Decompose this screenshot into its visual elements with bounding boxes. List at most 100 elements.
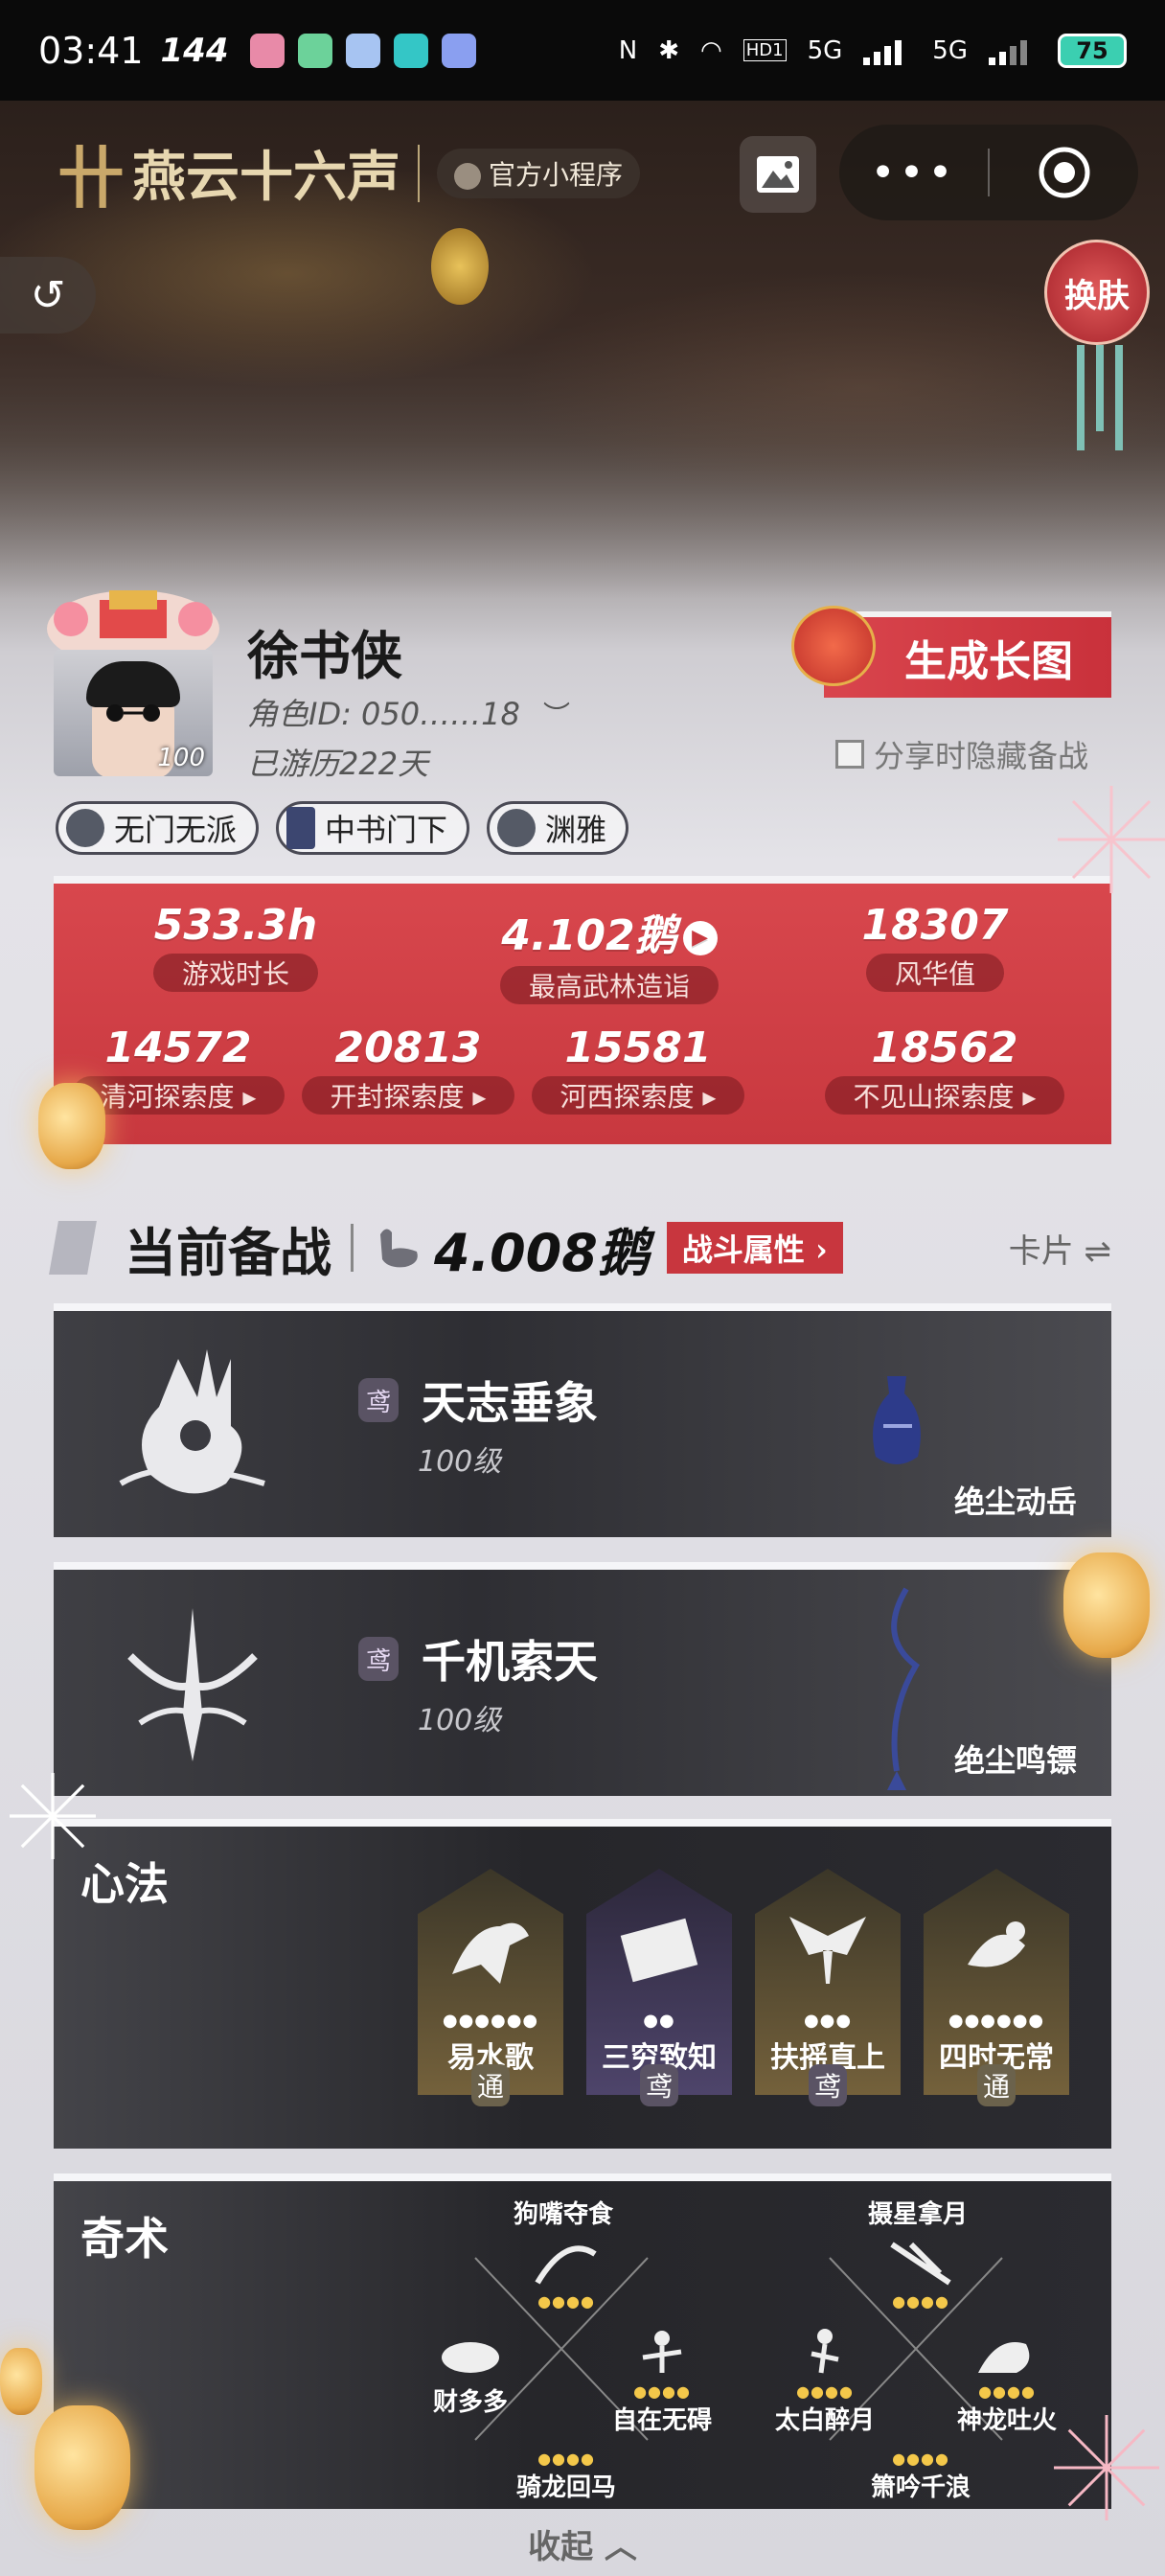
browser-notification-icon — [441, 33, 476, 68]
eagle-icon — [789, 1917, 866, 1984]
weapon-rarity-badge: 鸢 — [358, 1378, 399, 1422]
sect-icon — [66, 809, 104, 847]
firework-decoration — [1058, 786, 1165, 893]
phone-notification-icon — [393, 33, 428, 68]
stats-panel: 533.3h 游戏时长 4.102鹅 ▶ 最高武林造诣 18307 风华值 145… — [54, 876, 1111, 1144]
status-bar: 03:41 144 N ✱ ◠ HD1 5G 5G 75 — [0, 0, 1165, 101]
days-played: 已游历222天 — [247, 746, 429, 782]
hd-badge: HD1 — [742, 39, 787, 61]
stat-highest-skill[interactable]: 4.102鹅 ▶ 最高武林造诣 — [456, 901, 763, 1004]
xinfa-tag: 鸢 — [809, 2064, 847, 2106]
mail-notification-icon — [345, 33, 380, 68]
xinfa-card[interactable]: ●●● 扶摇直上 — [755, 1869, 901, 2095]
xinfa-card[interactable]: ●● 三穷致知 — [586, 1869, 732, 2095]
firework-decoration — [10, 1773, 96, 1859]
slash-icon — [528, 2235, 605, 2292]
wifi-icon: ◠ — [700, 35, 722, 65]
weapon-level: 100级 — [418, 1445, 502, 1479]
refresh-rate: 144 — [160, 31, 229, 70]
qishu-node[interactable]: 财多多 — [408, 2325, 533, 2418]
xinfa-card[interactable]: ●●●●●● 四时无常 — [924, 1869, 1069, 2095]
tassel-decoration — [1077, 345, 1123, 450]
weapon-name: 天志垂象 — [422, 1377, 598, 1429]
lantern-decoration — [0, 2348, 42, 2415]
weapon-card[interactable]: 鸢 天志垂象 100级 绝尘动岳 — [54, 1303, 1111, 1537]
qishu-node[interactable]: ●●●● — [858, 2235, 983, 2311]
dragon-fire-icon — [969, 2325, 1045, 2382]
back-button[interactable]: ↺ — [0, 257, 96, 334]
stat-explore-bujianshan[interactable]: 18562 不见山探索度 ▸ — [811, 1024, 1079, 1115]
xinfa-card[interactable]: ●●●●●● 易水歌 — [418, 1869, 563, 2095]
qishu-node[interactable]: ●●●● 箫吟千浪 — [858, 2421, 983, 2503]
more-button[interactable]: ••• — [839, 149, 988, 197]
xinfa-tag: 通 — [977, 2064, 1016, 2106]
tag-sect[interactable]: 无门无派 — [56, 801, 260, 855]
lantern-decoration — [34, 2405, 130, 2530]
stat-explore-hexi[interactable]: 15581 河西探索度 ▸ — [523, 1024, 753, 1115]
weapon-item-name: 绝尘动岳 — [953, 1484, 1077, 1520]
chevron-up-icon: ︿ — [604, 2528, 637, 2566]
network-label-1: 5G — [807, 35, 843, 65]
gear-score: 4.008鹅 — [434, 1222, 650, 1283]
collapse-button[interactable]: 收起 ︿ — [0, 2520, 1165, 2567]
qishu-node[interactable]: ●●●● 自在无碍 — [600, 2325, 724, 2436]
scroll-icon — [49, 1221, 97, 1275]
eye-closed-icon[interactable]: ︶ — [543, 695, 570, 733]
firework-decoration — [1054, 2415, 1159, 2520]
stat-elegance: 18307 风华值 — [861, 901, 1009, 992]
palm-emblem-icon — [119, 1349, 265, 1494]
card-view-toggle[interactable]: 卡片 ⇌ — [1009, 1225, 1111, 1272]
rope-dart-item-icon — [887, 1587, 920, 1790]
qishu-node[interactable]: ●●●● 太白醉月 — [763, 2325, 887, 2436]
weapon-item-name: 绝尘鸣镖 — [953, 1742, 1077, 1779]
game-logo: 卄 燕云十六声 官方小程序 — [57, 125, 641, 221]
qishu-node[interactable]: ●●●● 神龙吐火 — [945, 2325, 1069, 2436]
app-notification-icon — [249, 33, 285, 68]
image-button[interactable] — [740, 136, 816, 213]
skin-button[interactable]: 换肤 — [1044, 240, 1150, 345]
avatar[interactable]: 100 — [54, 650, 213, 776]
coin-decoration — [431, 228, 489, 305]
tag-office[interactable]: 中书门下 — [276, 801, 470, 855]
xinfa-tag: 通 — [471, 2064, 510, 2106]
signal-icon — [863, 36, 911, 65]
stat-explore-kaifeng[interactable]: 20813 开封探索度 ▸ — [293, 1024, 523, 1115]
dagger-emblem-icon — [127, 1608, 258, 1761]
qishu-node[interactable]: ●●●● — [504, 2235, 628, 2311]
mini-program-capsule: ••• — [839, 125, 1138, 220]
logo-mark-icon: 卄 — [57, 138, 125, 218]
lantern-decoration — [1063, 1552, 1150, 1658]
network-label-2: 5G — [932, 35, 968, 65]
horse-icon — [452, 1922, 529, 1984]
status-time: 03:41 — [38, 29, 144, 72]
hide-gear-option[interactable]: 分享时隐藏备战 — [835, 732, 1088, 776]
scroll-book-icon — [620, 1918, 698, 1983]
qishu-title: 奇术 — [80, 2213, 169, 2265]
figure-icon — [624, 2325, 700, 2382]
image-icon — [757, 156, 799, 193]
gourd-item-icon — [873, 1376, 921, 1464]
weapon-card[interactable]: 鸢 千机索天 100级 绝尘鸣镖 — [54, 1562, 1111, 1796]
treasure-icon — [432, 2325, 509, 2382]
logo-text: 燕云十六声 — [132, 146, 400, 209]
combat-attributes-button[interactable]: 战斗属性 › — [666, 1222, 843, 1274]
qishu-node[interactable]: ●●●● 骑龙回马 — [504, 2421, 628, 2503]
hide-gear-checkbox[interactable] — [835, 740, 864, 769]
mini-program-tag[interactable]: 官方小程序 — [437, 148, 641, 198]
arrow-strike-icon — [528, 2421, 605, 2450]
banner-icon — [286, 807, 316, 849]
play-arrow-icon: ▶ — [682, 921, 718, 955]
qishu-top-label: 摄星拿月 — [868, 2200, 969, 2229]
glasses-icon — [106, 704, 160, 722]
role-id: 角色ID: 050……18 ︶ — [247, 695, 571, 733]
qishu-top-label: 狗嘴夺食 — [514, 2200, 614, 2229]
tag-title[interactable]: 渊雅 — [487, 801, 629, 855]
weapon-rarity-badge: 鸢 — [358, 1637, 399, 1681]
star-grab-icon — [882, 2235, 959, 2292]
player-name: 徐书侠 — [247, 625, 402, 686]
close-target-icon — [1039, 147, 1089, 198]
close-button[interactable] — [990, 146, 1138, 199]
drunk-figure-icon — [787, 2325, 863, 2382]
back-arrow-icon: ↺ — [30, 270, 66, 320]
battery-indicator: 75 — [1058, 33, 1127, 68]
